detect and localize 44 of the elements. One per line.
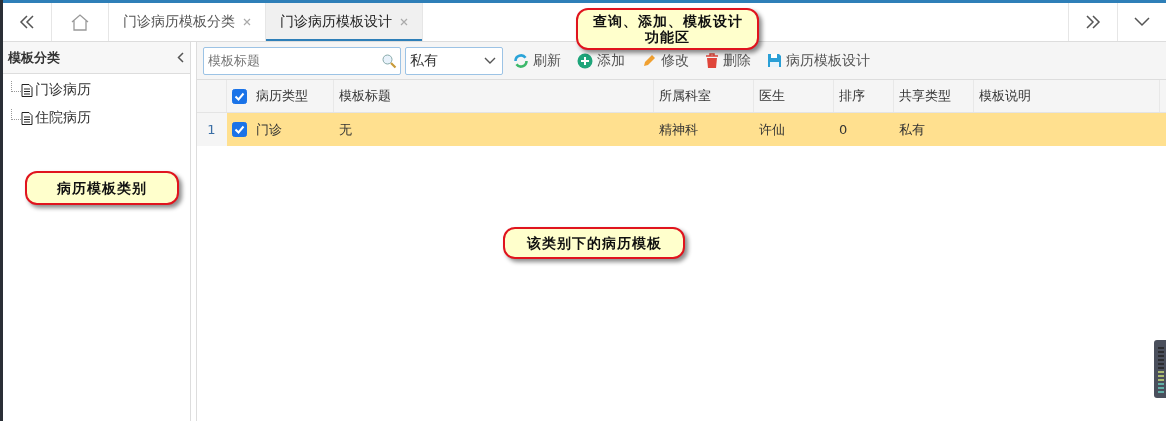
column-header[interactable]: 所属科室 — [654, 80, 754, 112]
callout-note: 病历模板类别 — [25, 171, 179, 205]
table-cell: 无 — [339, 120, 352, 139]
scroll-left-icon[interactable] — [19, 15, 35, 29]
save-icon — [767, 53, 782, 68]
column-header[interactable]: 共享类型 — [894, 80, 974, 112]
table-cell: 0 — [839, 122, 848, 137]
table-cell: 精神科 — [659, 120, 698, 139]
toolbar-button[interactable]: 刷新 — [507, 46, 567, 75]
callout-note: 该类别下的病历模板 — [503, 227, 685, 259]
column-header[interactable]: 医生 — [754, 80, 834, 112]
refresh-icon — [513, 52, 529, 69]
collapse-icon[interactable] — [177, 52, 184, 63]
pencil-icon — [641, 52, 657, 69]
column-header[interactable]: 病历类型 — [251, 80, 334, 112]
document-icon — [21, 111, 33, 125]
tab[interactable]: 门诊病历模板设计 — [266, 3, 423, 41]
table-cell: 门诊 — [256, 120, 282, 139]
row-number: 1 — [197, 113, 227, 146]
scroll-right-icon[interactable] — [1085, 15, 1101, 29]
tree-item[interactable]: 门诊病历 — [35, 81, 91, 99]
add-icon — [577, 52, 593, 69]
tree-item[interactable]: 住院病历 — [35, 109, 91, 127]
callout-note: 查询、添加、模板设计功能区 — [576, 8, 759, 50]
checkbox[interactable] — [231, 122, 247, 137]
trash-icon — [705, 52, 719, 69]
column-header[interactable]: 模板标题 — [334, 80, 654, 112]
panel-title: 模板分类 — [8, 48, 60, 67]
search-field[interactable]: 模板标题 — [203, 46, 401, 75]
side-handle-drawing[interactable] — [1154, 340, 1166, 398]
close-icon[interactable] — [243, 18, 251, 26]
table-cell: 许仙 — [759, 120, 785, 139]
table-cell: 私有 — [899, 120, 925, 139]
column-header[interactable]: 排序 — [834, 80, 894, 112]
home-icon[interactable] — [71, 13, 89, 31]
column-header[interactable]: 模板说明 — [974, 80, 1160, 112]
document-icon — [21, 83, 33, 97]
checkbox[interactable] — [231, 88, 247, 104]
toolbar-button[interactable]: 病历模板设计 — [761, 46, 876, 75]
table-row[interactable]: 1 门诊 无 精神科 许仙 0 私有 — [197, 113, 1166, 146]
share-type-select[interactable]: 私有 — [405, 46, 503, 75]
chevron-down-icon — [484, 57, 496, 64]
search-icon[interactable] — [381, 52, 397, 69]
chevron-down-icon[interactable] — [1134, 17, 1150, 27]
